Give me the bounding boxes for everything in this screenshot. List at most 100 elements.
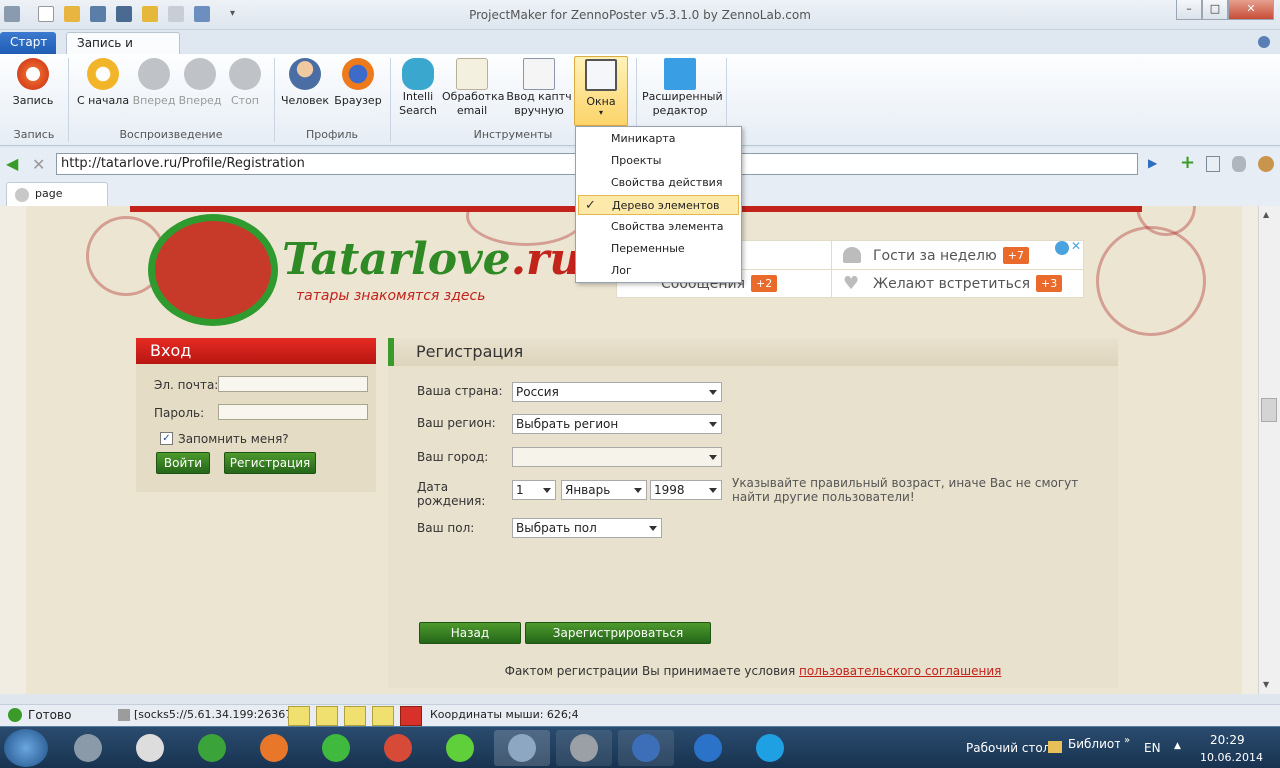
human-button[interactable]: Человек xyxy=(280,58,330,108)
maximize-button[interactable]: □ xyxy=(1202,0,1228,20)
menu-item-element-tree[interactable]: ✓ Дерево элементов xyxy=(578,195,739,215)
add-icon[interactable]: + xyxy=(1180,152,1195,173)
image-toggle-icon[interactable] xyxy=(288,706,310,726)
terms-link[interactable]: пользовательского соглашения xyxy=(799,664,1001,678)
plugins-toggle-icon[interactable] xyxy=(344,706,366,726)
taskbar-chrome[interactable] xyxy=(370,730,426,766)
page-tab[interactable]: page xyxy=(6,182,108,206)
close-button[interactable]: ✕ xyxy=(1228,0,1274,20)
taskbar-skype[interactable] xyxy=(742,730,798,766)
clock-date[interactable]: 10.06.2014 xyxy=(1200,751,1263,764)
tray-expand-icon[interactable]: ▲ xyxy=(1174,741,1181,751)
city-select[interactable] xyxy=(512,447,722,467)
menu-item-element-properties[interactable]: Свойства элемента xyxy=(578,217,739,237)
site-logo-emblem[interactable] xyxy=(148,214,278,326)
tab-record-debug[interactable]: Запись и отладка xyxy=(66,32,180,70)
start-button[interactable] xyxy=(4,729,48,767)
intelli-search-button[interactable]: Intelli Search xyxy=(396,58,440,118)
menu-item-minimap[interactable]: Миникарта xyxy=(578,129,739,149)
menu-item-variables[interactable]: Переменные xyxy=(578,239,739,259)
flash-toggle-icon[interactable] xyxy=(400,706,422,726)
taskbar-firefox2[interactable] xyxy=(556,730,612,766)
icq-icon xyxy=(446,734,474,762)
guests-link[interactable]: Гости за неделю +7 xyxy=(873,247,1029,264)
windows-menu: Миникарта Проекты Свойства действия ✓ Де… xyxy=(575,126,742,283)
birth-year-select[interactable]: 1998 xyxy=(650,480,722,500)
meet-link[interactable]: Желают встретиться +3 xyxy=(873,275,1063,292)
taskbar-projectmaker[interactable] xyxy=(494,730,550,766)
taskbar-zennoposter[interactable] xyxy=(618,730,674,766)
menu-item-action-properties[interactable]: Свойства действия xyxy=(578,173,739,193)
registration-title: Регистрация xyxy=(388,338,1118,366)
record-button[interactable]: Запись xyxy=(8,58,58,108)
taskbar-icq[interactable] xyxy=(432,730,488,766)
browser-icon xyxy=(570,734,598,762)
guests-badge: +7 xyxy=(1002,247,1029,264)
browser-scrollbar[interactable]: ▲ ▼ xyxy=(1258,206,1280,694)
scroll-thumb[interactable] xyxy=(1261,398,1277,422)
folder-icon xyxy=(1048,741,1062,753)
step-forward-button[interactable]: Вперед xyxy=(178,58,222,108)
region-select[interactable]: Выбрать регион xyxy=(512,414,722,434)
login-title: Вход xyxy=(136,338,376,364)
cookie-icon[interactable] xyxy=(1258,156,1274,172)
skype-icon xyxy=(756,734,784,762)
window-title: ProjectMaker for ZennoPoster v5.3.1.0 by… xyxy=(469,8,811,22)
site-logo[interactable]: Tatarlove.ru xyxy=(282,234,581,285)
back-button[interactable]: Назад xyxy=(419,622,521,644)
envelope-icon xyxy=(456,58,488,90)
login-button[interactable]: Войти xyxy=(156,452,210,474)
scroll-down-icon[interactable]: ▼ xyxy=(1263,680,1269,689)
script-toggle-icon[interactable] xyxy=(372,706,394,726)
chevron-down-icon xyxy=(649,526,657,531)
birth-day-select[interactable]: 1 xyxy=(512,480,556,500)
email-processing-button[interactable]: Обработка email xyxy=(442,58,504,118)
ad-info-icon[interactable] xyxy=(1055,241,1069,255)
tab-start[interactable]: Старт xyxy=(0,32,56,54)
register-link-button[interactable]: Регистрация xyxy=(224,452,316,474)
windows-button[interactable]: Окна ▾ xyxy=(574,56,628,126)
submit-registration-button[interactable]: Зарегистрироваться xyxy=(525,622,711,644)
captcha-button[interactable]: Ввод каптч вручную xyxy=(506,58,572,118)
minimize-button[interactable]: – xyxy=(1176,0,1202,20)
back-arrow-icon[interactable]: ◀ xyxy=(6,156,18,172)
country-select[interactable]: Россия xyxy=(512,382,722,402)
stop-button[interactable]: Стоп xyxy=(224,58,266,108)
taskbar-mail[interactable] xyxy=(308,730,364,766)
taskbar-utorrent[interactable] xyxy=(184,730,240,766)
stop-load-icon[interactable]: ✕ xyxy=(32,155,45,174)
clock-time[interactable]: 20:29 xyxy=(1210,733,1245,747)
menu-item-log[interactable]: Лог xyxy=(578,261,739,281)
taskbar-firefox[interactable] xyxy=(246,730,302,766)
toolbar-expand-icon[interactable]: » xyxy=(1124,735,1130,746)
libraries-toolbar[interactable]: Библиотеки xyxy=(1068,737,1120,751)
age-hint: Указывайте правильный возраст, иначе Вас… xyxy=(732,476,1079,504)
gender-select[interactable]: Выбрать пол xyxy=(512,518,662,538)
login-email-field[interactable] xyxy=(218,376,368,392)
frames-toggle-icon[interactable] xyxy=(316,706,338,726)
go-icon[interactable]: ▶ xyxy=(1148,156,1157,170)
advanced-editor-button[interactable]: Расширенный редактор xyxy=(642,58,723,118)
from-start-button[interactable]: С начала xyxy=(76,58,130,108)
login-password-field[interactable] xyxy=(218,404,368,420)
language-indicator[interactable]: EN xyxy=(1144,741,1161,755)
remember-checkbox[interactable]: ✓ xyxy=(160,432,173,445)
browser-button[interactable]: Браузер xyxy=(334,58,382,108)
chevron-down-icon xyxy=(709,488,717,493)
birth-month-select[interactable]: Январь xyxy=(561,480,647,500)
firefox-icon xyxy=(260,734,288,762)
page-icon[interactable] xyxy=(1206,156,1220,172)
ad-close-icon[interactable]: ✕ xyxy=(1071,239,1081,253)
network-icon xyxy=(694,734,722,762)
database-icon[interactable] xyxy=(1232,156,1246,172)
desktop-toolbar[interactable]: Рабочий стол xyxy=(966,741,1050,755)
taskbar-firefox-old[interactable] xyxy=(60,730,116,766)
taskbar-app[interactable] xyxy=(122,730,178,766)
robot-icon xyxy=(402,58,434,90)
taskbar-network[interactable] xyxy=(680,730,736,766)
menu-item-projects[interactable]: Проекты xyxy=(578,151,739,171)
forward-button[interactable]: Вперед xyxy=(132,58,176,108)
help-icon[interactable] xyxy=(1258,36,1270,48)
site-slogan: татары знакомятся здесь xyxy=(296,288,486,304)
scroll-up-icon[interactable]: ▲ xyxy=(1263,210,1269,219)
